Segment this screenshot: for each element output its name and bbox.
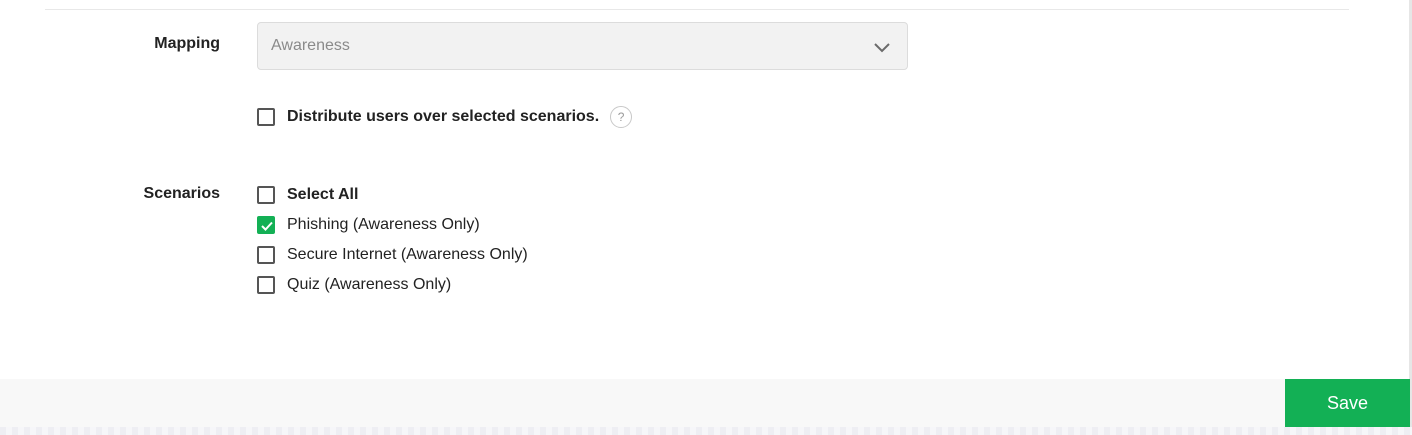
form-footer	[0, 379, 1409, 427]
settings-form: Mapping Awareness Distribute users over …	[0, 0, 1412, 435]
scenario-checkbox[interactable]	[257, 276, 275, 294]
scenario-item[interactable]: Phishing (Awareness Only)	[257, 215, 480, 235]
scenario-checkbox[interactable]	[257, 246, 275, 264]
select-all-label: Select All	[287, 186, 359, 203]
select-all-checkbox[interactable]	[257, 186, 275, 204]
distribute-label: Distribute users over selected scenarios…	[287, 108, 600, 125]
checkmark-icon	[261, 221, 273, 231]
scenarios-label: Scenarios	[143, 185, 220, 202]
scenario-item[interactable]: Quiz (Awareness Only)	[257, 275, 451, 295]
scenario-item[interactable]: Secure Internet (Awareness Only)	[257, 245, 528, 265]
scenario-label: Quiz (Awareness Only)	[287, 276, 452, 293]
mapping-select-value: Awareness	[271, 37, 350, 54]
chevron-down-icon	[874, 43, 890, 53]
save-button[interactable]: Save	[1285, 379, 1410, 427]
section-divider	[45, 9, 1349, 10]
scenario-checkbox[interactable]	[257, 216, 275, 234]
distribute-option[interactable]: Distribute users over selected scenarios…	[257, 106, 633, 128]
distribute-checkbox[interactable]	[257, 108, 275, 126]
footer-pattern	[0, 427, 1412, 435]
mapping-label: Mapping	[154, 35, 220, 52]
scenario-label: Secure Internet (Awareness Only)	[287, 246, 528, 263]
scenario-label: Phishing (Awareness Only)	[287, 216, 480, 233]
question-circle-icon[interactable]: ?	[610, 106, 633, 128]
scenario-select-all[interactable]: Select All	[257, 185, 358, 205]
mapping-select[interactable]: Awareness	[257, 22, 908, 70]
